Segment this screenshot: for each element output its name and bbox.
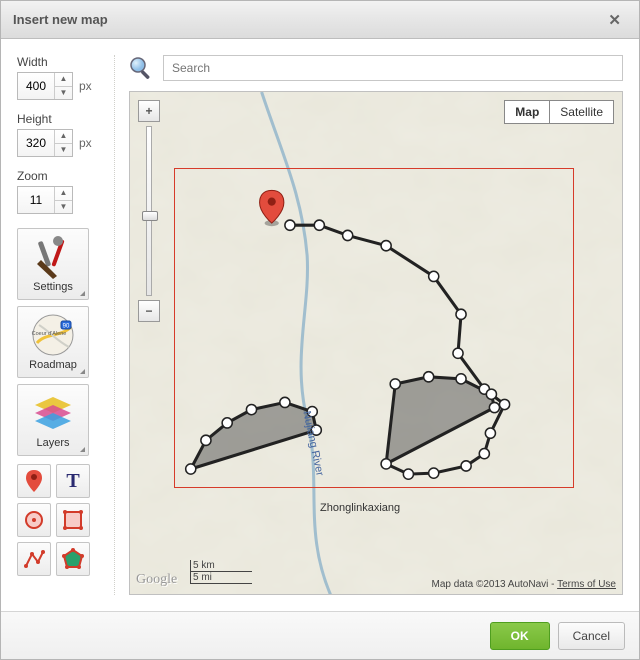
expand-icon (80, 291, 85, 296)
circle-tool[interactable] (17, 503, 51, 537)
ok-button[interactable]: OK (490, 622, 550, 650)
footer: OK Cancel (1, 611, 639, 659)
height-input-text[interactable] (18, 130, 54, 156)
width-unit: px (79, 79, 92, 93)
width-input[interactable]: ▲ ▼ (17, 72, 73, 100)
polyline-tool[interactable] (17, 542, 51, 576)
width-field: Width ▲ ▼ px (17, 55, 102, 100)
scale-km: 5 km (190, 560, 252, 572)
credit-text: Map data ©2013 AutoNavi (431, 579, 548, 590)
scale-mi: 5 mi (190, 572, 252, 584)
close-icon[interactable]: ✕ (602, 9, 627, 31)
height-label: Height (17, 112, 102, 126)
zoom-step-down[interactable]: ▼ (55, 201, 72, 214)
zoom-input-text[interactable] (18, 187, 54, 213)
layers-card[interactable]: Layers (17, 384, 89, 456)
layers-icon (31, 391, 75, 435)
svg-text:90: 90 (63, 324, 70, 330)
search-icon (129, 56, 153, 80)
roadmap-card[interactable]: 90 Coeur d'Alene Roadmap (17, 306, 89, 378)
polygon-icon (62, 548, 84, 570)
marker-icon (25, 470, 43, 492)
roadmap-icon: 90 Coeur d'Alene (31, 313, 75, 357)
height-step-up[interactable]: ▲ (55, 130, 72, 144)
height-input[interactable]: ▲ ▼ (17, 129, 73, 157)
settings-caption: Settings (33, 281, 73, 293)
width-step-up[interactable]: ▲ (55, 73, 72, 87)
marker-tool[interactable] (17, 464, 51, 498)
search-row (129, 55, 623, 81)
zoom-slider-track[interactable] (146, 126, 152, 296)
width-label: Width (17, 55, 102, 69)
terms-link[interactable]: Terms of Use (557, 579, 616, 590)
cancel-button[interactable]: Cancel (558, 622, 625, 650)
search-input[interactable] (163, 55, 623, 81)
zoom-input[interactable]: ▲ ▼ (17, 186, 73, 214)
scalebar: 5 km 5 mi (190, 560, 252, 584)
map-canvas[interactable]: + − Map Satellite Nujiang River Zhonglin… (129, 91, 623, 595)
zoom-control: + − (138, 100, 160, 322)
circle-icon (23, 509, 45, 531)
rectangle-icon (62, 509, 84, 531)
expand-icon (80, 369, 85, 374)
width-step-down[interactable]: ▼ (55, 87, 72, 100)
rectangle-tool[interactable] (56, 503, 90, 537)
title-bar: Insert new map ✕ (1, 1, 639, 39)
modal: Insert new map ✕ Width ▲ ▼ px (0, 0, 640, 660)
zoom-slider-handle[interactable] (142, 211, 158, 221)
height-unit: px (79, 136, 92, 150)
small-tools: T (17, 464, 102, 576)
maptype-switch: Map Satellite (504, 100, 614, 124)
height-step-down[interactable]: ▼ (55, 144, 72, 157)
zoom-in-button[interactable]: + (138, 100, 160, 122)
sidebar: Width ▲ ▼ px Height (17, 55, 115, 595)
layers-caption: Layers (36, 437, 69, 449)
maptype-satellite[interactable]: Satellite (549, 100, 614, 124)
polyline-icon (23, 548, 45, 570)
height-field: Height ▲ ▼ px (17, 112, 102, 157)
terrain-bg (130, 92, 622, 594)
settings-card[interactable]: Settings (17, 228, 89, 300)
zoom-step-up[interactable]: ▲ (55, 187, 72, 201)
map-credit: Map data ©2013 AutoNavi - Terms of Use (431, 579, 616, 590)
content: Width ▲ ▼ px Height (1, 39, 639, 611)
title-text: Insert new map (13, 12, 108, 27)
expand-icon (80, 447, 85, 452)
maptype-map[interactable]: Map (504, 100, 549, 124)
text-icon: T (66, 470, 79, 493)
svg-text:Coeur d'Alene: Coeur d'Alene (32, 331, 67, 337)
text-tool[interactable]: T (56, 464, 90, 498)
zoom-field: Zoom ▲ ▼ (17, 169, 102, 214)
width-input-text[interactable] (18, 73, 54, 99)
google-logo: Google (136, 572, 177, 588)
tools-icon (31, 235, 75, 279)
town-label: Zhonglinkaxiang (320, 502, 400, 514)
map-area: + − Map Satellite Nujiang River Zhonglin… (129, 55, 623, 595)
zoom-out-button[interactable]: − (138, 300, 160, 322)
roadmap-caption: Roadmap (29, 359, 77, 371)
zoom-label: Zoom (17, 169, 102, 183)
polygon-tool[interactable] (56, 542, 90, 576)
